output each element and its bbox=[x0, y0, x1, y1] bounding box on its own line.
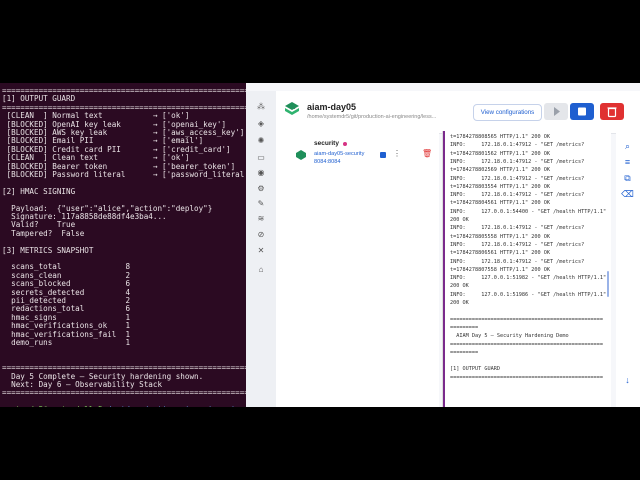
log-line: INFO: 172.18.0.1:47912 - "GET /metrics? bbox=[450, 158, 585, 165]
filter-icon[interactable]: ≡ bbox=[621, 156, 634, 169]
log-line: INFO: 172.18.0.1:47912 - "GET /metrics? bbox=[450, 225, 585, 232]
log-line: t=1784278806561 HTTP/1.1" 200 OK bbox=[450, 250, 550, 257]
log-line: INFO: 172.18.0.1:47912 - "GET /metrics? bbox=[450, 258, 585, 265]
log-line: t=1784278808565 HTTP/1.1" 200 OK bbox=[450, 134, 550, 140]
copy-icon[interactable]: ⧉ bbox=[621, 172, 634, 185]
terminal-line: Tampered? False bbox=[2, 228, 85, 238]
log-panel[interactable]: t=1784278808565 HTTP/1.1" 200 OK INFO: 17… bbox=[442, 131, 611, 407]
log-line: INFO: 127.0.0.1:51986 - "GET /health HTT… bbox=[450, 291, 607, 298]
log-line: INFO: 172.18.0.1:47912 - "GET /metrics? bbox=[450, 175, 585, 182]
log-line: AIAM Day 5 — Security Hardening Demo bbox=[450, 333, 569, 340]
status-dot bbox=[343, 142, 347, 146]
extensions-icon[interactable]: ⁂ bbox=[255, 101, 267, 113]
log-scrollbar[interactable] bbox=[607, 271, 609, 297]
log-line: t=1784278807558 HTTP/1.1" 200 OK bbox=[450, 266, 550, 273]
stop-icon bbox=[578, 107, 586, 116]
log-line: ========================================… bbox=[450, 374, 604, 381]
log-line: ========= bbox=[450, 349, 479, 356]
activity-bar: ⁂ ◈ ✺ ▭ ◉ ⚙ ✎ ≋ ⊘ ✕ ⌂ bbox=[246, 91, 276, 407]
stack-icon[interactable]: ≋ bbox=[255, 213, 267, 225]
start-button[interactable] bbox=[544, 103, 568, 120]
stack-logo-icon bbox=[285, 102, 299, 115]
log-line: 200 OK bbox=[450, 217, 469, 223]
log-line: ========================================… bbox=[450, 316, 604, 323]
view-configurations-button[interactable]: View configurations bbox=[473, 104, 542, 121]
container-running-icon bbox=[296, 150, 306, 160]
service-path: /home/systemdr5/git/production-ai-engine… bbox=[307, 114, 437, 120]
group-name: security bbox=[314, 140, 339, 147]
container-name-link[interactable]: aiam-day05-security bbox=[314, 151, 364, 157]
search-icon[interactable]: ⌕ bbox=[621, 140, 634, 153]
stop-container-icon[interactable] bbox=[380, 152, 386, 158]
play-icon bbox=[554, 107, 560, 116]
terminal-line: [2] HMAC SIGNING bbox=[2, 186, 76, 196]
trash-icon bbox=[607, 107, 617, 118]
terminal-line: [3] METRICS SNAPSHOT bbox=[2, 245, 94, 255]
settings-icon[interactable]: ⚙ bbox=[255, 183, 267, 195]
arrow-down-icon[interactable]: ↓ bbox=[621, 374, 634, 387]
log-toolbar: ⌕ ≡ ⧉ ⌫ ↓ bbox=[616, 131, 640, 407]
network-icon[interactable]: ✕ bbox=[255, 245, 267, 257]
service-title: aiam-day05 bbox=[307, 102, 357, 112]
service-list: security aiam-day05-security 8084:8084 ⋮… bbox=[276, 133, 439, 407]
terminal-line: demo_runs 1 bbox=[2, 338, 131, 347]
log-line: t=1784278803554 HTTP/1.1" 200 OK bbox=[450, 183, 550, 190]
more-menu-icon[interactable]: ⋮ bbox=[393, 149, 401, 158]
prompt-user: svstemdr5@svstemdrllo5 bbox=[2, 405, 103, 407]
log-line: INFO: 172.18.0.1:47912 - "GET /metrics? bbox=[450, 142, 585, 149]
spinner-icon[interactable]: ✺ bbox=[255, 135, 267, 147]
eraser-icon[interactable]: ⌫ bbox=[621, 188, 634, 201]
delete-button[interactable] bbox=[600, 103, 624, 120]
log-line: ========================================… bbox=[450, 341, 604, 348]
terminal-prompt[interactable]: svstemdr5@svstemdrllo5:/opt/production-a… bbox=[2, 405, 246, 407]
delete-container-icon[interactable]: 🗑︎ bbox=[422, 149, 432, 158]
log-line: INFO: 127.0.0.1:54400 - "GET /health HTT… bbox=[450, 208, 607, 215]
terminal[interactable]: ========================================… bbox=[0, 83, 246, 407]
puzzle-icon[interactable]: ✎ bbox=[255, 198, 267, 210]
cube-icon[interactable]: ◈ bbox=[255, 118, 267, 130]
log-line: INFO: 172.18.0.1:47912 - "GET /metrics? bbox=[450, 192, 585, 199]
prompt-path: :/opt/production-ai-engineering/lesso bbox=[103, 405, 246, 407]
container-port-link[interactable]: 8084:8084 bbox=[314, 159, 340, 165]
home-icon[interactable]: ⌂ bbox=[255, 264, 267, 276]
log-line: 200 OK bbox=[450, 300, 469, 306]
log-line: INFO: 172.18.0.1:47912 - "GET /metrics? bbox=[450, 241, 585, 248]
log-line: t=1784278802569 HTTP/1.1" 200 OK bbox=[450, 167, 550, 174]
log-accent-bar bbox=[443, 131, 445, 407]
log-line: t=1784278801562 HTTP/1.1" 200 OK bbox=[450, 150, 550, 157]
terminal-line: ========================================… bbox=[2, 388, 246, 398]
log-line: 200 OK bbox=[450, 283, 469, 290]
container-view: ⁂ ◈ ✺ ▭ ◉ ⚙ ✎ ≋ ⊘ ✕ ⌂ ‹ aiam-day05 /home… bbox=[246, 83, 640, 407]
stop-button[interactable] bbox=[570, 103, 594, 120]
terminal-line: [BLOCKED] Password literal → ['password_… bbox=[2, 170, 246, 179]
log-line: INFO: 127.0.0.1:51982 - "GET /health HTT… bbox=[450, 275, 607, 282]
log-line: ========= bbox=[450, 324, 479, 331]
globe-icon[interactable]: ⊘ bbox=[255, 229, 267, 241]
log-line: t=1784278804561 HTTP/1.1" 200 OK bbox=[450, 200, 550, 207]
log-line: [1] OUTPUT GUARD bbox=[450, 366, 500, 373]
database-icon[interactable]: ◉ bbox=[255, 167, 267, 179]
log-line: t=1784278805558 HTTP/1.1" 200 OK bbox=[450, 233, 550, 240]
container-icon[interactable]: ▭ bbox=[255, 152, 267, 164]
